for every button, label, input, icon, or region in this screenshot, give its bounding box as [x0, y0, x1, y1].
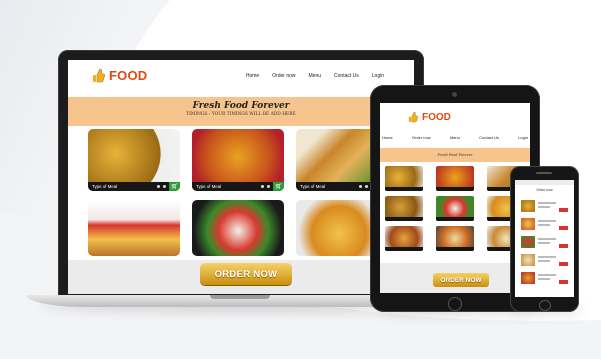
- tablet-screen: FOOD Home Order now Menu Contact Us Logi…: [380, 103, 530, 293]
- menu-item-image: [521, 254, 535, 266]
- tablet-nav: Home Order now Menu Contact Us Login: [382, 135, 528, 140]
- site-logo[interactable]: FOOD: [92, 68, 147, 83]
- menu-item[interactable]: [521, 200, 569, 218]
- phone-page-title: Order now: [536, 188, 553, 192]
- menu-item-text: [538, 256, 556, 258]
- tile-label: Type of Meal: [300, 184, 326, 189]
- tile-dot: [359, 185, 362, 188]
- food-tile[interactable]: Type of Meal 🛒︎: [88, 129, 180, 191]
- menu-item[interactable]: [521, 254, 569, 272]
- menu-item-image: [521, 200, 535, 212]
- main-nav: Home Order now Menu Contact Us Login: [246, 73, 384, 79]
- cart-icon[interactable]: 🛒︎: [273, 182, 284, 191]
- tile-label: Type of Meal: [196, 184, 222, 189]
- menu-item-text: [538, 274, 556, 276]
- laptop-screen: FOOD Home Order now Menu Contact Us Logi…: [68, 60, 414, 294]
- menu-item-text: [538, 202, 556, 204]
- tile-dot: [163, 185, 166, 188]
- tablet-camera: [452, 92, 457, 97]
- brand-name: FOOD: [422, 111, 451, 123]
- food-tile[interactable]: [192, 200, 284, 256]
- food-tile[interactable]: [436, 226, 474, 251]
- menu-item-text: [538, 260, 550, 262]
- phone-statusbar: [515, 180, 574, 185]
- cart-icon[interactable]: 🛒︎: [169, 182, 180, 191]
- tablet-logo[interactable]: FOOD: [408, 111, 451, 123]
- thumbs-up-icon: [93, 68, 105, 83]
- phone-frame: Order now: [510, 166, 579, 312]
- menu-item-text: [538, 242, 550, 244]
- tablet-home-button[interactable]: [448, 297, 462, 311]
- add-button[interactable]: [559, 244, 568, 248]
- site-header: FOOD Home Order now Menu Contact Us Logi…: [68, 60, 414, 96]
- menu-item-text: [538, 206, 550, 208]
- nav-order-now[interactable]: Order now: [412, 135, 431, 140]
- food-tile[interactable]: [385, 226, 423, 251]
- menu-item-image: [521, 272, 535, 284]
- laptop-notch: [210, 295, 270, 299]
- add-button[interactable]: [559, 226, 568, 230]
- thumbs-up-icon: [408, 111, 418, 123]
- food-tile[interactable]: [385, 196, 423, 221]
- food-tile[interactable]: [88, 200, 180, 256]
- menu-item-text: [538, 238, 556, 240]
- add-button[interactable]: [559, 208, 568, 212]
- menu-item[interactable]: [521, 236, 569, 254]
- nav-home[interactable]: Home: [382, 135, 393, 140]
- nav-contact-us[interactable]: Contact Us: [334, 73, 359, 79]
- phone-home-button[interactable]: [539, 300, 551, 311]
- tile-bar: Type of Meal 🛒︎: [88, 182, 180, 191]
- hero-banner: Fresh Food Forever TIMINGS : YOUR TIMING…: [68, 97, 414, 126]
- tile-label: Type of Meal: [92, 184, 118, 189]
- add-button[interactable]: [559, 262, 568, 266]
- food-tile[interactable]: [436, 196, 474, 221]
- menu-item-text: [538, 278, 550, 280]
- order-now-button[interactable]: ORDER NOW: [433, 273, 489, 287]
- food-tile[interactable]: [436, 166, 474, 191]
- add-button[interactable]: [559, 280, 568, 284]
- nav-menu[interactable]: Menu: [450, 135, 460, 140]
- nav-order-now[interactable]: Order now: [272, 73, 295, 79]
- phone-screen: Order now: [515, 180, 574, 297]
- food-tile[interactable]: Type of Meal 🛒︎: [192, 129, 284, 191]
- menu-item-text: [538, 220, 556, 222]
- menu-item[interactable]: [521, 272, 569, 290]
- hero-subtitle: TIMINGS : YOUR TIMINGS WILL BE ADD HERE: [186, 112, 296, 117]
- phone-speaker: [536, 172, 552, 174]
- nav-contact-us[interactable]: Contact Us: [479, 135, 499, 140]
- tile-dot: [267, 185, 270, 188]
- tablet-hero: Fresh Food Forever: [380, 148, 530, 162]
- menu-item-image: [521, 236, 535, 248]
- brand-name: FOOD: [109, 68, 148, 83]
- hero-title: Fresh Food Forever: [192, 101, 290, 111]
- nav-menu[interactable]: Menu: [309, 73, 322, 79]
- nav-home[interactable]: Home: [246, 73, 259, 79]
- nav-login[interactable]: Login: [518, 135, 528, 140]
- tile-dot: [157, 185, 160, 188]
- tile-dot: [261, 185, 264, 188]
- tile-dot: [365, 185, 368, 188]
- menu-item[interactable]: [521, 218, 569, 236]
- menu-item-image: [521, 218, 535, 230]
- tile-bar: Type of Meal 🛒︎: [192, 182, 284, 191]
- order-now-button[interactable]: ORDER NOW: [200, 263, 292, 285]
- food-tile[interactable]: [385, 166, 423, 191]
- nav-login[interactable]: Login: [372, 73, 384, 79]
- menu-item-text: [538, 224, 550, 226]
